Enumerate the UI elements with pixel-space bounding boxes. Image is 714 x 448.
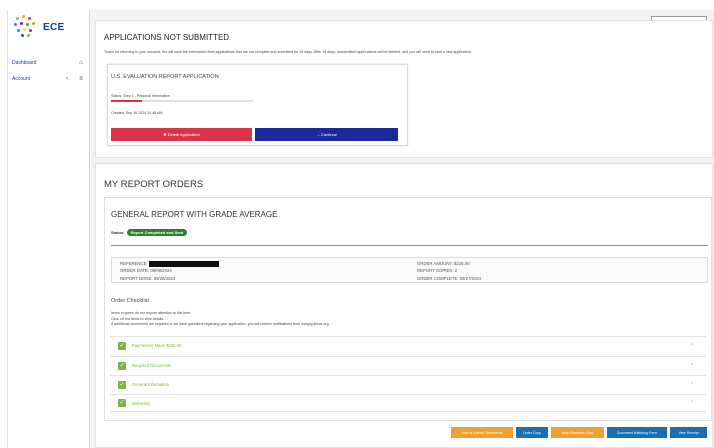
checklist-item-label: Deliveries (132, 400, 151, 406)
report-details-left: REFERENCE ORDER DATE: 09/09/2024 REPORT … (120, 260, 219, 282)
report-status-label: Status: (111, 230, 125, 235)
menu-icon: ≡ (79, 76, 83, 82)
top-strip (0, 0, 714, 10)
reference-redaction (148, 260, 219, 267)
checklist-item-deliveries[interactable]: ✓ Deliveries ⌃ (110, 394, 706, 412)
application-progress-track (111, 100, 253, 102)
chevron-up-icon[interactable]: ⌃ (690, 363, 694, 369)
chevron-up-icon[interactable]: ⌃ (690, 382, 694, 388)
orders-title: MY REPORT ORDERS (104, 179, 204, 190)
check-icon: ✓ (118, 380, 126, 389)
report-done: REPORT DONE: 09/26/2024 (120, 275, 176, 281)
applications-title: APPLICATIONS NOT SUBMITTED (104, 33, 230, 42)
view-electronic-copy-button[interactable]: View Electronic Copy (551, 427, 604, 438)
document-matching-form-button[interactable]: Document Matching Form (607, 427, 667, 438)
how-to-submit-documents-button[interactable]: How to Submit Documents (451, 427, 513, 438)
checklist-item-documents[interactable]: ✓ Required Documents ⌃ (110, 356, 706, 374)
checklist-title: Order Checklist (111, 298, 149, 304)
application-created: Created: Sep 16 2024 10:48 AM (111, 111, 163, 115)
delete-application-button[interactable]: ✖ Delete Application (111, 128, 252, 141)
status-badge: Report Completed and Sent (126, 229, 188, 236)
application-card: U.S. EVALUATION REPORT APPLICATION Statu… (107, 64, 408, 146)
report-details-right: ORDER AMOUNT: $225.00 REPORT COPIES: 2 O… (417, 260, 481, 282)
report-details-box: REFERENCE ORDER DATE: 09/09/2024 REPORT … (111, 257, 708, 283)
logo-dots-icon (12, 14, 42, 40)
order-amount: ORDER AMOUNT: $225.00 (417, 261, 470, 266)
chevron-up-icon[interactable]: ⌃ (690, 400, 694, 406)
check-icon: ✓ (118, 341, 126, 350)
chevron-up-icon[interactable]: ⌃ (690, 343, 694, 349)
checklist-item-general[interactable]: ✓ General Information ⌃ (110, 375, 706, 393)
checklist-note: If additional documents are required or … (111, 322, 330, 326)
sidebar-item-account[interactable]: Account ‹ ≡ (12, 76, 86, 82)
applications-intro: Thank for returning to your account. We … (104, 50, 472, 54)
chevron-left-icon: ‹ (66, 76, 68, 82)
logo-text: ECE (43, 21, 65, 33)
checklist-item-label: Payment(s) Made $225.00 (132, 343, 182, 348)
ece-logo[interactable]: ECE (12, 14, 64, 40)
checklist-item-payment[interactable]: ✓ Payment(s) Made $225.00 ⌃ (110, 336, 706, 354)
order-copy-button[interactable]: Order Copy (516, 427, 548, 438)
reference-label: REFERENCE (120, 261, 147, 266)
report-copies: REPORT COPIES: 2 (417, 268, 457, 274)
application-status: Status: Step 1 - Personal Information (111, 94, 170, 98)
report-status: Status: Report Completed and Sent (111, 229, 188, 236)
sidebar-item-label: Account (12, 76, 31, 82)
report-title: GENERAL REPORT WITH GRADE AVERAGE (111, 210, 278, 219)
sidebar: ECE Dashboard ⌂ Account ‹ ≡ (7, 10, 90, 448)
sidebar-item-label: Dashboard (12, 60, 37, 66)
checklist-item-label: General Information (132, 382, 170, 387)
order-complete: ORDER COMPLETE: 09/27/2024 (417, 275, 482, 281)
continue-button[interactable]: → Continue (255, 128, 398, 141)
application-progress-fill (111, 100, 143, 102)
sidebar-item-dashboard[interactable]: Dashboard ⌂ (12, 60, 86, 66)
checklist-item-label: Required Documents (132, 363, 172, 368)
report-divider (111, 245, 708, 246)
check-icon: ✓ (118, 399, 126, 407)
application-card-title: U.S. EVALUATION REPORT APPLICATION (111, 74, 219, 80)
view-receipt-button[interactable]: View Receipt (670, 427, 707, 438)
checklist-notes: Items in green do not require attention … (111, 311, 330, 328)
order-date: ORDER DATE: 09/09/2024 (120, 268, 172, 274)
check-icon: ✓ (118, 361, 126, 370)
home-icon: ⌂ (79, 60, 83, 66)
